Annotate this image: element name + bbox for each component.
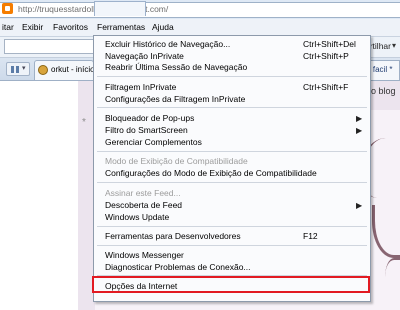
shortcut-ferramentas-desenvolvedores: F12 (303, 231, 318, 241)
menu-ferramentas[interactable]: Ferramentas (97, 22, 145, 32)
page-left-margin (0, 81, 78, 310)
menu-item-excluir-historico[interactable]: Excluir Histórico de Navegação... (105, 39, 230, 49)
toolbar-search-input[interactable] (4, 39, 94, 54)
menu-ferramentas-active-bg (94, 1, 146, 16)
highlight-box (92, 276, 370, 293)
menu-exibir[interactable]: Exibir (22, 22, 43, 32)
submenu-arrow-icon: ▶ (356, 201, 363, 210)
menu-item-descoberta-feed[interactable]: Descoberta de Feed (105, 200, 182, 210)
page-partial-text: o blog (371, 86, 396, 96)
menu-item-reabrir-sessao[interactable]: Reabrir Última Sessão de Navegação (105, 62, 247, 72)
menu-item-assinar-feed: Assinar este Feed... (105, 188, 181, 198)
menu-item-modo-compatibilidade: Modo de Exibição de Compatibilidade (105, 156, 248, 166)
submenu-arrow-icon: ▶ (356, 126, 363, 135)
menu-separator (97, 226, 367, 227)
menu-item-filtro-smartscreen[interactable]: Filtro do SmartScreen (105, 125, 188, 135)
menu-item-filtragem-inprivate[interactable]: Filtragem InPrivate (105, 82, 176, 92)
blog-script-decoration (385, 258, 400, 290)
chevron-down-icon[interactable]: ▾ (392, 41, 396, 50)
menu-favoritos[interactable]: Favoritos (53, 22, 88, 32)
shortcut-excluir-historico: Ctrl+Shift+Del (303, 39, 356, 49)
menu-item-diagnosticar-conexao[interactable]: Diagnosticar Problemas de Conexão... (105, 262, 251, 272)
menu-ajuda[interactable]: Ajuda (152, 22, 174, 32)
quick-tabs-grid-icon[interactable] (6, 62, 30, 76)
tab-orkut-label: orkut - início (51, 65, 95, 74)
menu-separator (97, 76, 367, 77)
menu-item-config-compatibilidade[interactable]: Configurações do Modo de Exibição de Com… (105, 168, 317, 178)
star-mark: * (82, 117, 86, 128)
tab-current-label: - facil * (368, 65, 393, 74)
menu-item-config-filtragem[interactable]: Configurações da Filtragem InPrivate (105, 94, 245, 104)
submenu-arrow-icon: ▶ (356, 114, 363, 123)
menu-item-windows-update[interactable]: Windows Update (105, 212, 169, 222)
menu-separator (97, 182, 367, 183)
blogger-site-icon (2, 3, 13, 14)
menu-separator (97, 151, 367, 152)
menu-item-gerenciar-complementos[interactable]: Gerenciar Complementos (105, 137, 202, 147)
menu-item-windows-messenger[interactable]: Windows Messenger (105, 250, 184, 260)
menu-item-ferramentas-desenvolvedores[interactable]: Ferramentas para Desenvolvedores (105, 231, 241, 241)
shortcut-filtragem-inprivate: Ctrl+Shift+F (303, 82, 349, 92)
orkut-icon (38, 65, 48, 75)
menu-separator (97, 245, 367, 246)
menu-item-navegacao-inprivate[interactable]: Navegação InPrivate (105, 51, 184, 61)
menu-editar[interactable]: itar (2, 22, 14, 32)
shortcut-navegacao-inprivate: Ctrl+Shift+P (303, 51, 349, 61)
menu-item-bloqueador-popups[interactable]: Bloqueador de Pop-ups (105, 113, 194, 123)
menu-separator (97, 107, 367, 108)
